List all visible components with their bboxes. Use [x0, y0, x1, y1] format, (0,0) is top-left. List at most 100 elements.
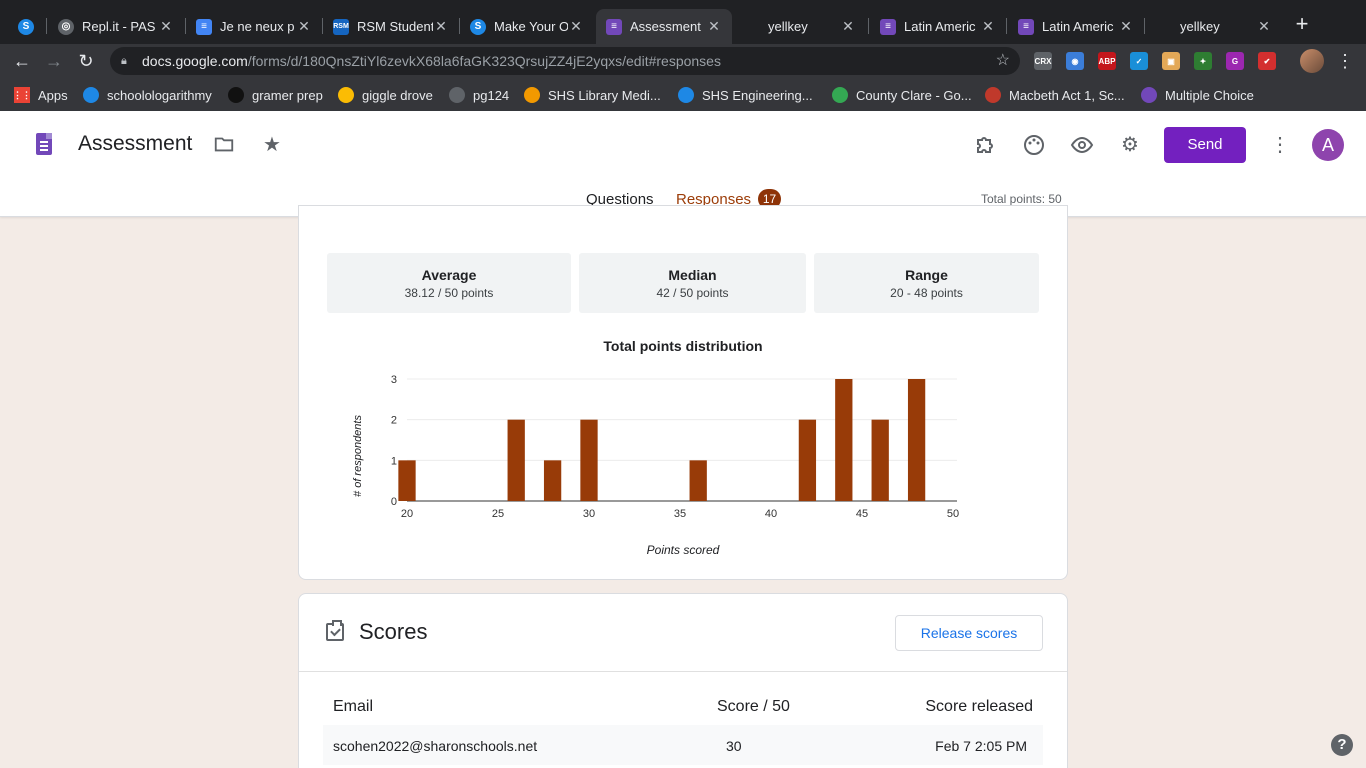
chart-bar — [907, 379, 926, 501]
stat-label: Median — [668, 267, 717, 283]
close-icon[interactable]: ✕ — [433, 18, 449, 35]
tab-title: yellkey — [768, 19, 808, 34]
stat-median: Median 42 / 50 points — [579, 253, 806, 313]
preview-eye-icon[interactable] — [1070, 133, 1094, 157]
bookmark-label: Macbeth Act 1, Sc... — [1009, 87, 1125, 103]
chart-bar — [580, 419, 598, 501]
chart-bar — [543, 460, 562, 501]
forms-logo-icon[interactable] — [36, 133, 52, 155]
bookmark-item[interactable]: pg124 — [449, 85, 509, 105]
crx-icon[interactable]: CRX — [1034, 52, 1052, 70]
check-icon[interactable]: ✓ — [1130, 52, 1148, 70]
chart-xtick-label: 30 — [583, 508, 595, 520]
summary-card: Average 38.12 / 50 points Median 42 / 50… — [298, 205, 1068, 580]
browser-toolbar: ← → ↻ 🔒︎ docs.google.com/forms/d/180QnsZ… — [0, 44, 1366, 78]
maps-icon — [832, 87, 848, 103]
release-scores-button[interactable]: Release scores — [895, 615, 1043, 651]
gb-icon — [228, 87, 244, 103]
color-icon[interactable]: G — [1226, 52, 1244, 70]
total-points-label: Total points: 50 — [981, 192, 1062, 206]
bookmarks-bar: ⋮⋮ Apps schoolologarithmy gramer prep giggle… — [0, 78, 1366, 111]
star-icon[interactable]: ★ — [260, 133, 284, 157]
box-icon[interactable]: ▣ — [1162, 52, 1180, 70]
leaf-icon[interactable]: ✦ — [1194, 52, 1212, 70]
rsm-icon: RSM — [333, 18, 349, 35]
bookmark-label: SHS Engineering... — [702, 87, 813, 103]
adblock-icon[interactable]: ABP — [1098, 52, 1116, 70]
stat-range: Range 20 - 48 points — [814, 253, 1039, 313]
bookmark-label: Apps — [38, 87, 68, 103]
docs-icon: ≡ — [196, 18, 212, 35]
macbeth-icon — [985, 87, 1001, 103]
tab-title: Latin Americ — [1042, 19, 1114, 34]
bookmark-item[interactable]: gramer prep — [228, 85, 323, 105]
forward-icon[interactable]: → — [43, 50, 65, 72]
close-icon[interactable]: ✕ — [296, 18, 312, 35]
lock-icon: 🔒︎ — [121, 55, 127, 67]
new-tab-icon[interactable]: + — [1292, 13, 1312, 37]
column-header-released: Score released — [925, 698, 1033, 715]
help-icon[interactable]: ? — [1331, 734, 1353, 756]
more-options-icon[interactable]: ⋮ — [1268, 133, 1292, 157]
send-button[interactable]: Send — [1164, 127, 1246, 163]
chart-xtick-label: 35 — [674, 508, 686, 520]
checkmark-red-icon[interactable]: ✔ — [1258, 52, 1276, 70]
close-icon[interactable]: ✕ — [1118, 18, 1134, 35]
bookmark-item[interactable]: schoolologarithmy — [83, 85, 212, 105]
palette-icon[interactable] — [1022, 133, 1046, 157]
browser-tab[interactable]: yellkey ✕ — [734, 9, 866, 44]
browser-tab[interactable]: ◎ Repl.it - PAS ✕ — [48, 9, 184, 44]
bookmark-item[interactable]: giggle drove — [338, 85, 433, 105]
globe-icon — [449, 87, 465, 103]
bookmark-label: gramer prep — [252, 87, 323, 103]
close-icon[interactable]: ✕ — [980, 18, 996, 35]
settings-gear-icon[interactable]: ⚙ — [1118, 133, 1142, 157]
browser-tab[interactable]: RSM RSM Student ✕ — [323, 9, 459, 44]
bookmark-item[interactable]: Multiple Choice — [1141, 85, 1254, 105]
browser-tab[interactable]: yellkey ✕ — [1146, 9, 1282, 44]
profile-avatar[interactable] — [1300, 49, 1324, 73]
close-icon[interactable]: ✕ — [1256, 18, 1272, 35]
tab-title: Latin Americ — [904, 19, 976, 34]
tab-title: Make Your O — [494, 19, 568, 34]
column-header-score: Score / 50 — [717, 698, 790, 715]
close-icon[interactable]: ✕ — [706, 18, 722, 35]
close-icon[interactable]: ✕ — [840, 18, 856, 35]
bookmark-label: pg124 — [473, 87, 510, 103]
forms-icon: ≡ — [880, 18, 896, 35]
address-bar[interactable]: 🔒︎ docs.google.com/forms/d/180QnsZtiYl6z… — [110, 47, 1020, 75]
bookmark-star-icon[interactable]: ☆ — [996, 47, 1010, 75]
reload-icon[interactable]: ↻ — [75, 50, 97, 72]
form-title[interactable]: Assessment — [78, 132, 192, 156]
addon-puzzle-icon[interactable] — [974, 133, 998, 157]
back-icon[interactable]: ← — [11, 50, 33, 72]
bookmark-item[interactable]: ⋮⋮ Apps — [13, 85, 68, 105]
browser-tab[interactable]: ≡ Latin Americ ✕ — [1008, 9, 1144, 44]
bookmark-item[interactable]: Macbeth Act 1, Sc... — [985, 85, 1125, 105]
chart-bar — [835, 379, 853, 501]
browser-tab[interactable]: ≡ Latin Americ ✕ — [870, 9, 1006, 44]
browser-tab-active[interactable]: ≡ Assessment ✕ — [596, 9, 732, 44]
browser-tab[interactable]: S — [8, 9, 44, 44]
chart-bar — [689, 460, 707, 501]
row-email: scohen2022@sharonschools.net — [333, 738, 538, 754]
owl-icon[interactable]: ◉ — [1066, 52, 1084, 70]
chart-ytick-label: 1 — [391, 455, 397, 467]
bookmark-label: giggle drove — [362, 87, 433, 103]
chart-xtick-label: 45 — [856, 508, 868, 520]
apps-grid-icon: ⋮⋮ — [13, 87, 31, 103]
bookmark-label: County Clare - Go... — [856, 87, 972, 103]
browser-tab[interactable]: S Make Your O ✕ — [460, 9, 594, 44]
close-icon[interactable]: ✕ — [568, 18, 584, 35]
bookmark-item[interactable]: SHS Engineering... — [678, 85, 813, 105]
stat-average: Average 38.12 / 50 points — [327, 253, 571, 313]
bookmark-item[interactable]: SHS Library Medi... — [524, 85, 661, 105]
stat-value: 42 / 50 points — [656, 286, 729, 300]
account-avatar[interactable]: A — [1312, 129, 1344, 161]
folder-icon[interactable] — [212, 133, 236, 157]
close-icon[interactable]: ✕ — [158, 18, 174, 35]
bookmark-item[interactable]: County Clare - Go... — [832, 85, 972, 105]
browser-tab[interactable]: ≡ Je ne neux p ✕ — [186, 9, 322, 44]
chrome-menu-icon[interactable]: ⋮ — [1336, 50, 1354, 72]
chart-bar — [871, 419, 889, 501]
